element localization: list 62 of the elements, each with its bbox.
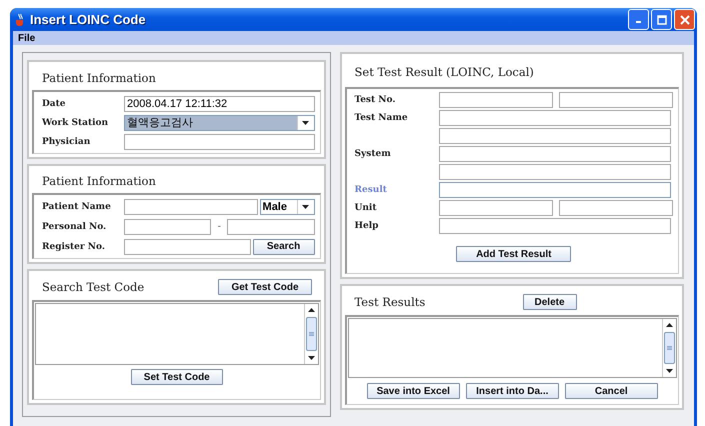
maximize-icon bbox=[656, 14, 666, 24]
coffee-cup-icon bbox=[14, 13, 26, 26]
input-field[interactable] bbox=[438, 200, 553, 216]
field-label: Register No. bbox=[42, 242, 106, 252]
input-field[interactable] bbox=[558, 92, 673, 108]
input-field[interactable] bbox=[124, 134, 315, 150]
workstation-dropdown[interactable]: 혈액응고검사 bbox=[124, 114, 315, 130]
input-field[interactable] bbox=[438, 164, 671, 180]
section-title: Set Test Result (LOINC, Local) bbox=[354, 65, 534, 79]
field-label: Help bbox=[354, 220, 380, 230]
input-field[interactable] bbox=[124, 218, 212, 234]
dropdown-arrow-icon[interactable] bbox=[302, 120, 310, 124]
close-icon bbox=[680, 14, 690, 24]
scroll-thumb[interactable] bbox=[306, 317, 317, 351]
scroll-up-icon[interactable] bbox=[666, 323, 673, 327]
dropdown-arrow-icon[interactable] bbox=[302, 204, 310, 208]
search-button[interactable]: Search bbox=[252, 238, 315, 254]
input-field[interactable] bbox=[558, 200, 673, 216]
gender-dropdown[interactable]: Male bbox=[260, 198, 315, 214]
field-label: Date bbox=[42, 98, 67, 108]
input-field[interactable]: 2008.04.17 12:11:32 bbox=[124, 96, 315, 112]
delete-button[interactable]: Delete bbox=[522, 294, 577, 310]
input-field[interactable] bbox=[438, 110, 671, 126]
maximize-button[interactable] bbox=[651, 9, 672, 30]
input-field[interactable] bbox=[438, 218, 671, 234]
action-button[interactable]: Insert into Da... bbox=[466, 383, 559, 399]
field-label: Work Station bbox=[42, 118, 110, 128]
section-title: Patient Information bbox=[42, 70, 156, 84]
input-field[interactable] bbox=[438, 92, 553, 108]
set-test-code-button[interactable]: Set Test Code bbox=[130, 369, 223, 385]
action-button[interactable]: Save into Excel bbox=[366, 383, 460, 399]
separator-text: - bbox=[216, 221, 222, 232]
minimize-button[interactable] bbox=[628, 9, 649, 30]
scrollbar[interactable] bbox=[662, 319, 676, 377]
field-label: Personal No. bbox=[42, 222, 108, 232]
input-field[interactable] bbox=[227, 218, 315, 234]
field-label: Result bbox=[354, 184, 388, 194]
section-title: Patient Information bbox=[42, 174, 156, 188]
scroll-thumb[interactable] bbox=[664, 332, 675, 364]
input-field[interactable] bbox=[124, 198, 258, 214]
window-title: Insert LOINC Code bbox=[30, 12, 147, 27]
field-label: Patient Name bbox=[42, 202, 112, 212]
section-title: Test Results bbox=[354, 295, 426, 309]
menu-item[interactable]: File bbox=[16, 32, 38, 44]
input-field[interactable] bbox=[438, 128, 671, 144]
input-field[interactable] bbox=[438, 146, 671, 162]
scrollbar[interactable] bbox=[304, 304, 318, 364]
field-label: Physician bbox=[42, 136, 92, 146]
scroll-down-icon[interactable] bbox=[308, 356, 315, 360]
input-field[interactable] bbox=[124, 238, 251, 254]
field-label: Test No. bbox=[354, 94, 396, 104]
scroll-up-icon[interactable] bbox=[308, 308, 315, 312]
action-button[interactable]: Cancel bbox=[564, 383, 658, 399]
section-title: Search Test Code bbox=[42, 280, 146, 294]
add-test-result-button[interactable]: Add Test Result bbox=[456, 246, 572, 262]
input-field[interactable] bbox=[438, 182, 671, 198]
field-label: System bbox=[354, 148, 392, 158]
close-button[interactable] bbox=[674, 9, 695, 30]
get-test-code-button[interactable]: Get Test Code bbox=[218, 279, 312, 295]
field-label: Test Name bbox=[354, 112, 409, 122]
scroll-down-icon[interactable] bbox=[666, 369, 673, 373]
field-label: Unit bbox=[354, 202, 378, 212]
